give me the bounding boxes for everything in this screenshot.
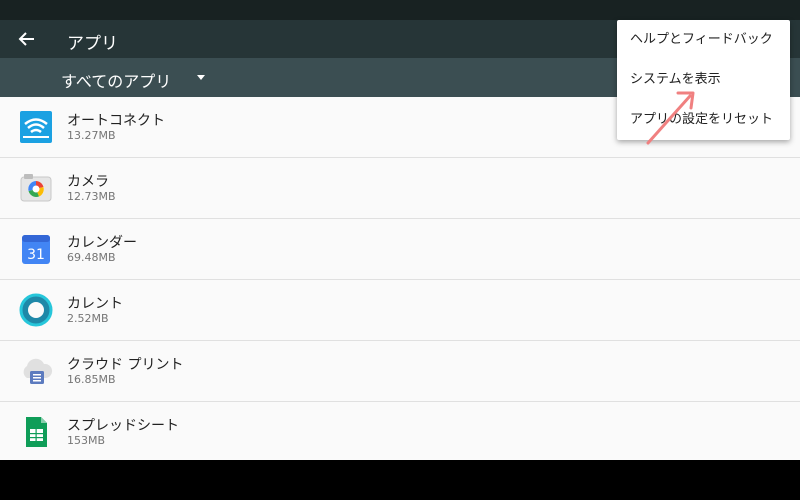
list-item[interactable]: カメラ 12.73MB xyxy=(0,158,800,219)
app-name: スプレッドシート xyxy=(67,418,179,434)
back-button[interactable] xyxy=(14,26,40,52)
app-name: カメラ xyxy=(67,174,109,190)
page-title: アプリ xyxy=(67,34,118,54)
app-name: カレンダー xyxy=(67,235,137,251)
camera-icon xyxy=(20,174,52,202)
status-bar xyxy=(0,0,800,20)
app-size: 69.48MB xyxy=(67,251,116,264)
app-name: クラウド プリント xyxy=(67,357,184,373)
menu-item-help-feedback[interactable]: ヘルプとフィードバック xyxy=(617,20,790,60)
navigation-bar xyxy=(0,460,800,500)
app-size: 16.85MB xyxy=(67,373,116,386)
dropdown-caret-icon[interactable] xyxy=(197,75,205,80)
back-arrow-icon xyxy=(18,32,34,46)
app-name: カレント xyxy=(67,296,123,312)
calendar-date-text: 31 xyxy=(27,247,45,263)
list-item[interactable]: 31 カレンダー 69.48MB xyxy=(0,219,800,280)
app-size: 13.27MB xyxy=(67,129,116,142)
app-size: 12.73MB xyxy=(67,190,116,203)
list-item[interactable]: クラウド プリント 16.85MB xyxy=(0,341,800,402)
app-filter-dropdown[interactable]: すべてのアプリ xyxy=(61,68,171,92)
annotation-arrow-icon xyxy=(646,91,695,145)
list-item[interactable]: スプレッドシート 153MB xyxy=(0,402,800,460)
app-size: 153MB xyxy=(67,434,106,447)
app-list: オートコネクト 13.27MB カメラ 12.73MB 31 カレンダー 69.… xyxy=(0,97,800,460)
current-icon xyxy=(19,293,53,327)
app-size: 2.52MB xyxy=(67,312,109,325)
spreadsheet-icon xyxy=(26,417,47,447)
app-name: オートコネクト xyxy=(67,113,165,129)
list-item[interactable]: カレント 2.52MB xyxy=(0,280,800,341)
auto-connect-icon xyxy=(20,111,52,143)
calendar-icon: 31 xyxy=(22,235,50,264)
cloud-print-icon xyxy=(23,358,53,384)
